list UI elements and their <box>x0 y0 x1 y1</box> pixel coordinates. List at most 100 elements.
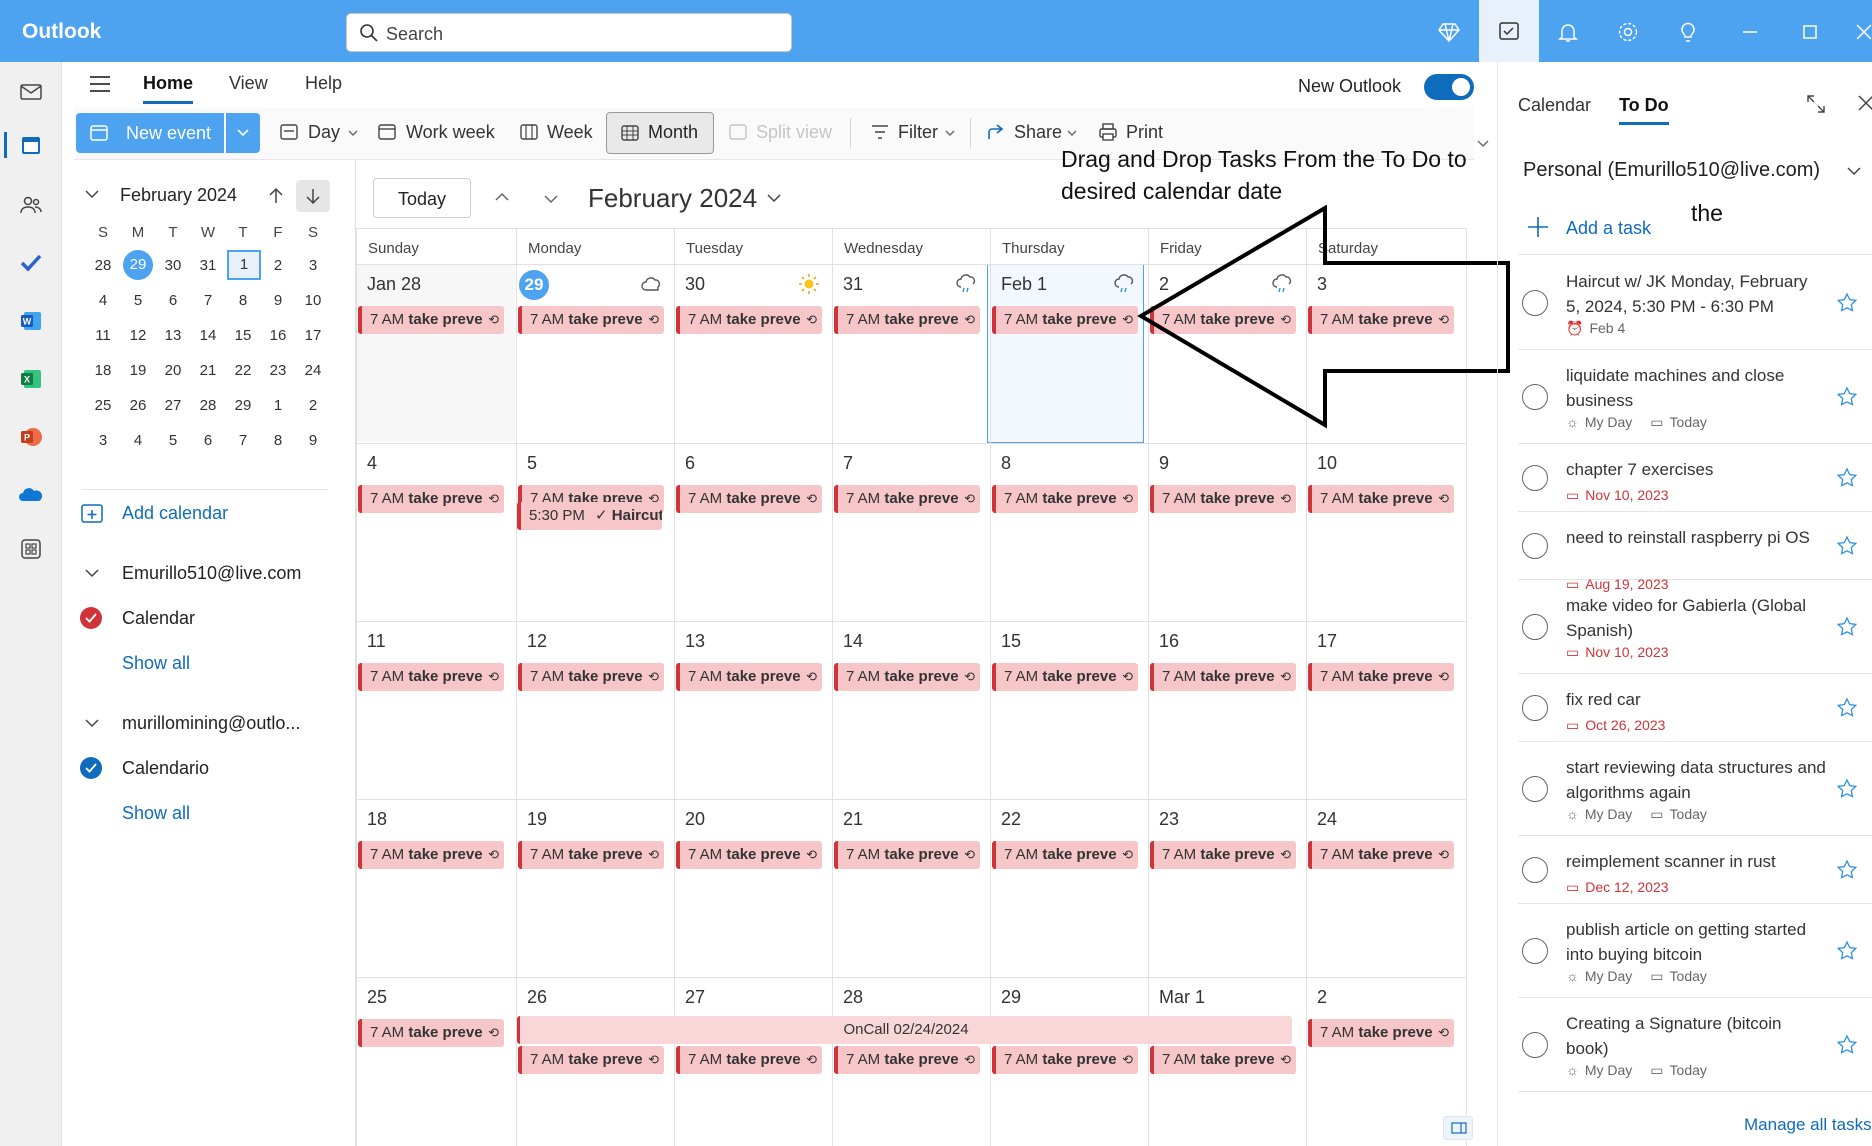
mini-day[interactable]: 23 <box>261 362 295 379</box>
search-input[interactable]: Search <box>346 13 792 52</box>
mini-day[interactable]: 8 <box>261 432 295 449</box>
event-recurring[interactable]: 7 AM take preve ⟲ <box>992 841 1138 869</box>
event-recurring[interactable]: 7 AM take preve ⟲ <box>1308 841 1454 869</box>
mini-day[interactable]: 11 <box>86 327 120 344</box>
day-number[interactable]: Feb 1 <box>1001 274 1047 295</box>
task-complete-checkbox[interactable] <box>1522 533 1548 559</box>
week-button[interactable]: Week <box>547 122 593 143</box>
mini-day[interactable]: 16 <box>261 327 295 344</box>
mini-day[interactable]: 2 <box>261 257 295 274</box>
event-recurring[interactable]: 7 AM take preve ⟲ <box>358 485 504 513</box>
calendar-title[interactable]: February 2024 <box>588 183 757 214</box>
arrow-up-icon[interactable] <box>266 186 286 206</box>
event-recurring[interactable]: 7 AM take preve ⟲ <box>992 1046 1138 1074</box>
day-number[interactable]: 18 <box>367 809 387 830</box>
maximize-icon[interactable] <box>1798 20 1822 44</box>
event-recurring[interactable]: 7 AM take preve ⟲ <box>834 1046 980 1074</box>
day-number[interactable]: 23 <box>1159 809 1179 830</box>
event-recurring[interactable]: 7 AM take preve ⟲ <box>1150 1046 1296 1074</box>
mini-day[interactable]: 3 <box>296 257 330 274</box>
filter-button[interactable]: Filter <box>898 122 938 143</box>
event-recurring[interactable]: 7 AM take preve ⟲ <box>676 1046 822 1074</box>
chevron-down-icon[interactable] <box>84 187 100 201</box>
mini-day[interactable]: 2 <box>296 397 330 414</box>
mini-day[interactable]: 8 <box>226 292 260 309</box>
event-recurring[interactable]: 7 AM take preve ⟲ <box>358 1019 504 1047</box>
day-number[interactable]: 30 <box>685 274 705 295</box>
word-icon[interactable]: W <box>19 309 43 333</box>
mini-day[interactable]: 14 <box>191 327 225 344</box>
chevron-down-icon[interactable] <box>766 191 782 205</box>
day-number[interactable]: 11 <box>367 631 386 652</box>
event-recurring[interactable]: 7 AM take preve ⟲ <box>676 663 822 691</box>
print-button[interactable]: Print <box>1126 122 1163 143</box>
day-number[interactable]: 24 <box>1317 809 1337 830</box>
task-item[interactable]: Haircut w/ JK Monday, February 5, 2024, … <box>1518 256 1872 350</box>
star-icon[interactable] <box>1836 386 1858 408</box>
mini-day[interactable]: 9 <box>296 432 330 449</box>
mini-day[interactable]: 27 <box>156 397 190 414</box>
new-event-dropdown[interactable] <box>226 113 260 153</box>
mini-next-button[interactable] <box>296 180 330 212</box>
close-window-icon[interactable] <box>1852 20 1872 44</box>
mini-day[interactable]: 28 <box>86 257 120 274</box>
event-oncall[interactable]: OnCall 02/24/2024 <box>517 1016 1292 1044</box>
mini-day[interactable]: 5 <box>156 432 190 449</box>
day-number[interactable]: Jan 28 <box>367 274 421 295</box>
task-item[interactable]: chapter 7 exercises ▭ Nov 10, 2023 <box>1518 444 1872 512</box>
task-title[interactable]: fix red car <box>1566 687 1826 712</box>
add-task-input[interactable]: Add a task <box>1566 218 1651 239</box>
day-number[interactable]: 6 <box>685 453 695 474</box>
star-icon[interactable] <box>1836 292 1858 314</box>
day-number[interactable]: 29 <box>1001 987 1021 1008</box>
show-all-link[interactable]: Show all <box>122 653 190 674</box>
mini-day[interactable]: 9 <box>261 292 295 309</box>
day-number[interactable]: 4 <box>367 453 377 474</box>
day-number[interactable]: 5 <box>527 453 537 474</box>
mini-selected-day[interactable]: 1 <box>227 250 261 280</box>
tab-home[interactable]: Home <box>143 73 194 104</box>
chevron-down-icon[interactable] <box>944 128 956 138</box>
share-button[interactable]: Share <box>1014 122 1062 143</box>
mini-day[interactable]: 10 <box>296 292 330 309</box>
task-title[interactable]: publish article on getting started into … <box>1566 917 1826 967</box>
day-number[interactable]: 19 <box>527 809 547 830</box>
minimize-icon[interactable] <box>1738 20 1762 44</box>
day-number[interactable]: Mar 1 <box>1159 987 1205 1008</box>
today-button[interactable]: Today <box>373 178 471 218</box>
star-icon[interactable] <box>1836 940 1858 962</box>
event-recurring[interactable]: 7 AM take preve ⟲ <box>518 1046 664 1074</box>
event-recurring[interactable]: 7 AM take preve ⟲ <box>518 841 664 869</box>
month-button[interactable]: Month <box>606 112 714 154</box>
mini-day[interactable]: 31 <box>191 257 225 274</box>
task-complete-checkbox[interactable] <box>1522 290 1548 316</box>
day-number[interactable]: 20 <box>685 809 705 830</box>
mini-day[interactable]: 21 <box>191 362 225 379</box>
mail-icon[interactable] <box>19 80 43 104</box>
account-email[interactable]: murillomining@outlo... <box>122 713 300 734</box>
event-recurring[interactable]: 7 AM take preve ⟲ <box>834 663 980 691</box>
task-complete-checkbox[interactable] <box>1522 1032 1548 1058</box>
mini-day[interactable]: 22 <box>226 362 260 379</box>
task-item[interactable]: publish article on getting started into … <box>1518 904 1872 998</box>
chevron-down-icon[interactable] <box>84 566 100 580</box>
calendar-checkbox[interactable] <box>80 757 102 779</box>
task-item[interactable]: Creating a Signature (bitcoin book) ☼ My D… <box>1518 998 1872 1092</box>
mini-day[interactable]: 26 <box>121 397 155 414</box>
task-title[interactable]: Haircut w/ JK Monday, February 5, 2024, … <box>1566 269 1826 319</box>
more-apps-icon[interactable] <box>19 537 43 561</box>
day-view-button[interactable]: Day <box>308 122 340 143</box>
event-recurring[interactable]: 7 AM take preve ⟲ <box>1308 1019 1454 1047</box>
task-complete-checkbox[interactable] <box>1522 384 1548 410</box>
day-number[interactable]: 10 <box>1317 453 1337 474</box>
add-calendar-link[interactable]: Add calendar <box>122 503 228 524</box>
plus-icon[interactable] <box>1527 216 1549 238</box>
new-event-button[interactable]: New event <box>76 113 224 153</box>
new-outlook-toggle[interactable] <box>1424 74 1474 100</box>
expand-panel-button[interactable] <box>1443 1116 1473 1140</box>
mini-day[interactable]: 28 <box>191 397 225 414</box>
task-item[interactable]: fix red car ▭ Oct 26, 2023 <box>1518 674 1872 742</box>
event-recurring[interactable]: 7 AM take preve ⟲ <box>358 841 504 869</box>
mini-day[interactable]: 6 <box>191 432 225 449</box>
day-number[interactable]: 22 <box>1001 809 1021 830</box>
